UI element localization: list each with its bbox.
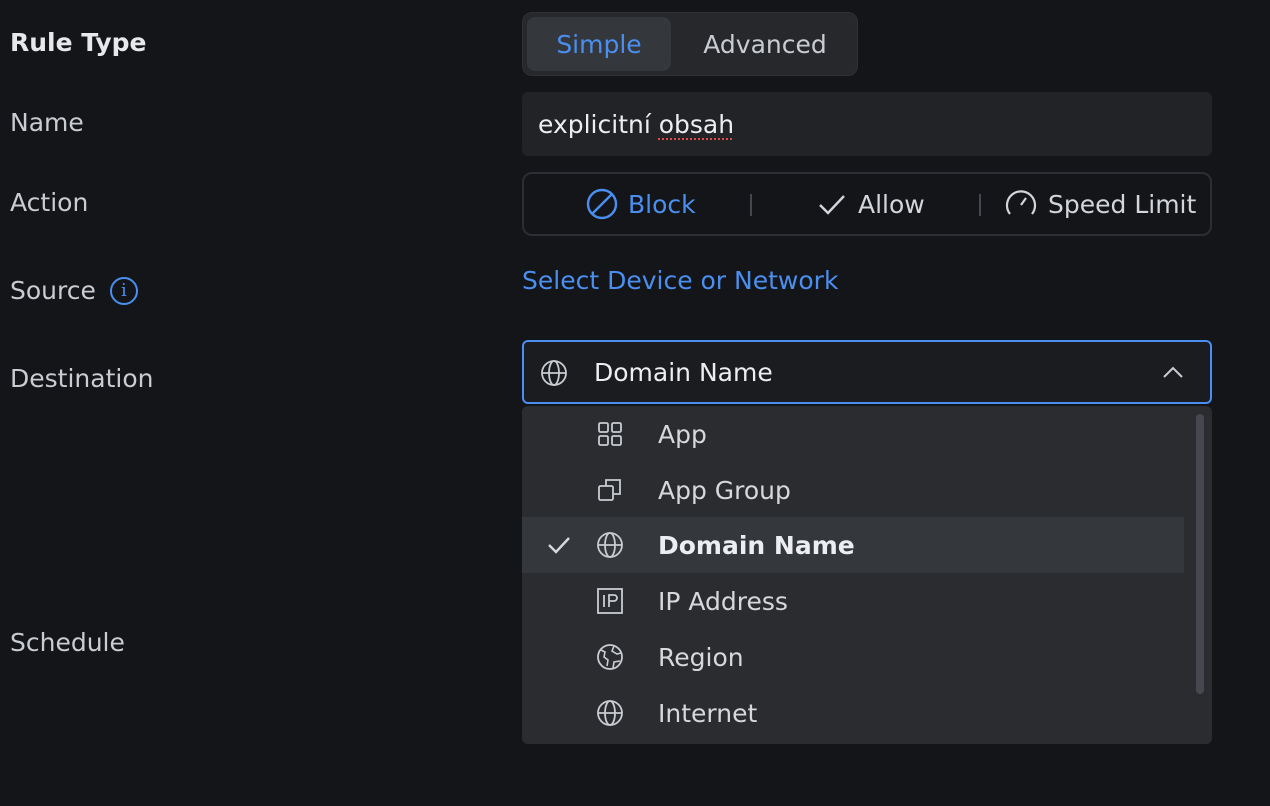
block-icon <box>586 188 618 220</box>
dropdown-option-app-group[interactable]: App Group <box>522 462 1184 518</box>
action-group: Block Allow Speed Limit <box>522 172 1212 236</box>
destination-dropdown-menu: App App Group Domain Name IP Address Reg… <box>522 406 1212 744</box>
rule-type-toggle: Simple Advanced <box>522 12 858 76</box>
info-icon[interactable]: i <box>109 276 138 305</box>
dropdown-option-label: Region <box>658 642 744 672</box>
dropdown-option-label: App <box>658 419 707 449</box>
action-speed-limit-label: Speed Limit <box>1048 189 1197 219</box>
stack-icon <box>598 479 621 501</box>
schedule-label: Schedule <box>10 628 125 657</box>
name-input-text: explicitní <box>538 109 659 139</box>
dropdown-option-internet[interactable]: Internet <box>522 685 1184 741</box>
check-icon <box>548 537 570 554</box>
check-icon <box>819 195 845 215</box>
source-label: Source i <box>10 276 138 305</box>
chevron-up-icon <box>1163 366 1183 378</box>
dropdown-option-app[interactable]: App <box>522 406 1184 462</box>
dropdown-option-label: Domain Name <box>658 530 855 560</box>
action-speed-limit-button[interactable]: Speed Limit <box>1004 174 1196 234</box>
action-block-button[interactable]: Block <box>586 174 696 234</box>
globe-icon <box>597 532 623 558</box>
dropdown-scrollbar[interactable] <box>1196 414 1204 694</box>
name-input[interactable]: explicitní obsah <box>522 92 1212 156</box>
grid-icon <box>598 422 622 446</box>
name-input-misspelled-word: obsah <box>658 109 735 139</box>
rule-type-advanced-button[interactable]: Advanced <box>677 17 853 71</box>
select-device-or-network-link[interactable]: Select Device or Network <box>522 266 838 295</box>
action-allow-button[interactable]: Allow <box>816 174 925 234</box>
speedometer-icon <box>1005 190 1037 215</box>
dropdown-option-label: Internet <box>658 698 758 728</box>
action-label: Action <box>10 188 89 217</box>
action-allow-label: Allow <box>858 189 925 219</box>
dropdown-option-label: IP Address <box>658 586 788 616</box>
action-separator <box>750 194 752 216</box>
globe-icon <box>541 360 567 386</box>
dropdown-option-domain-name[interactable]: Domain Name <box>522 517 1184 573</box>
destination-label: Destination <box>10 364 154 393</box>
name-label: Name <box>10 108 84 137</box>
rule-type-label: Rule Type <box>10 28 147 57</box>
globe-icon <box>597 700 623 726</box>
rule-type-simple-button[interactable]: Simple <box>527 17 671 71</box>
dropdown-option-ip-address[interactable]: IP Address <box>522 573 1184 629</box>
destination-select-value: Domain Name <box>594 357 773 387</box>
destination-select[interactable]: Domain Name <box>522 340 1212 404</box>
action-block-label: Block <box>628 189 696 219</box>
ip-icon <box>597 588 623 614</box>
dropdown-option-region[interactable]: Region <box>522 629 1184 685</box>
dropdown-option-label: App Group <box>658 475 791 505</box>
earth-icon <box>597 644 623 670</box>
action-separator <box>979 194 981 216</box>
